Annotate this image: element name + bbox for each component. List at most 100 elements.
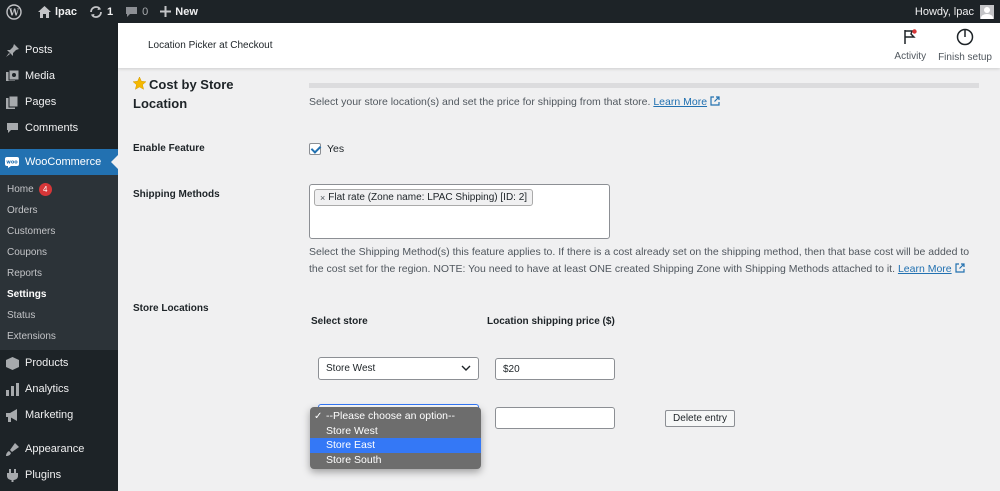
submenu-item-coupons[interactable]: Coupons — [0, 242, 118, 263]
woocommerce-icon: woo — [5, 155, 19, 169]
star-icon — [132, 76, 147, 95]
selected-shipping-method-tag: × Flat rate (Zone name: LPAC Shipping) [… — [314, 189, 534, 206]
activity-button[interactable]: Activity — [888, 23, 932, 68]
sidebar-item-media[interactable]: Media — [0, 63, 118, 89]
sidebar-item-label: Plugins — [25, 469, 62, 481]
enable-feature-label: Enable Feature — [133, 143, 205, 154]
woocommerce-submenu: Home 4 Orders Customers Coupons Reports … — [0, 175, 118, 350]
learn-more-text: Learn More — [897, 263, 952, 275]
sidebar-item-analytics[interactable]: Analytics — [0, 376, 118, 402]
price-input-value: $20 — [503, 363, 520, 375]
submenu-item-status[interactable]: Status — [0, 305, 118, 326]
plus-icon — [160, 6, 172, 17]
pin-icon — [5, 43, 19, 57]
new-label: New — [175, 5, 198, 18]
submenu-item-customers[interactable]: Customers — [0, 221, 118, 242]
site-name-link[interactable]: lpac — [32, 0, 83, 23]
howdy-text: Howdy, lpac — [914, 5, 974, 18]
dropdown-option-store-south[interactable]: Store South — [310, 453, 481, 468]
products-icon — [5, 356, 19, 370]
page-header: Location Picker at Checkout Activity Fin… — [118, 23, 1000, 68]
sidebar-item-label: Comments — [25, 122, 79, 134]
avatar — [980, 4, 994, 19]
enable-feature-checkbox[interactable] — [309, 143, 321, 155]
wordpress-logo-button[interactable]: W — [0, 0, 32, 23]
svg-text:W: W — [8, 8, 20, 18]
media-icon — [5, 69, 19, 83]
sidebar-item-comments[interactable]: Comments — [0, 115, 118, 141]
sidebar-item-plugins[interactable]: Plugins — [0, 462, 118, 488]
submenu-item-label: Customers — [7, 226, 56, 237]
sidebar-item-marketing[interactable]: Marketing — [0, 402, 118, 428]
sidebar-item-label: Marketing — [25, 409, 74, 421]
marketing-icon — [5, 408, 19, 422]
store-select-dropdown: --Please choose an option-- Store West S… — [310, 407, 481, 469]
shipping-methods-select[interactable]: × Flat rate (Zone name: LPAC Shipping) [… — [309, 184, 610, 239]
price-column-header: Location shipping price ($) — [487, 316, 615, 327]
plugins-icon — [5, 468, 19, 482]
comments-count: 0 — [142, 5, 149, 18]
sidebar-item-posts[interactable]: Posts — [0, 37, 118, 63]
store-locations-label: Store Locations — [133, 303, 209, 314]
admin-sidebar: Posts Media Pages Comments woo WooCommer… — [0, 23, 118, 491]
flag-icon — [902, 29, 918, 51]
delete-entry-label: Delete entry — [673, 413, 727, 424]
sidebar-item-pages[interactable]: Pages — [0, 89, 118, 115]
submenu-item-home[interactable]: Home 4 — [0, 179, 118, 200]
sidebar-item-label: Pages — [25, 96, 57, 108]
learn-more-link[interactable]: Learn More — [653, 96, 707, 108]
appearance-icon — [5, 442, 19, 456]
remove-tag-icon[interactable]: × — [320, 193, 325, 203]
page-title: Location Picker at Checkout — [148, 40, 273, 51]
shipping-learn-more-link[interactable]: Learn More — [898, 263, 952, 275]
comments-link[interactable]: 0 — [119, 0, 154, 23]
submenu-item-label: Orders — [7, 205, 38, 216]
submenu-item-orders[interactable]: Orders — [0, 200, 118, 221]
submenu-item-reports[interactable]: Reports — [0, 263, 118, 284]
sidebar-item-products[interactable]: Products — [0, 350, 118, 376]
updates-icon — [89, 5, 103, 18]
admin-bar: W lpac 1 0 New Howdy, lpac — [0, 0, 1000, 23]
dropdown-option-store-east[interactable]: Store East — [310, 438, 481, 453]
shipping-methods-description: Select the Shipping Method(s) this featu… — [309, 244, 989, 278]
sidebar-item-label: Media — [25, 70, 55, 82]
new-content-link[interactable]: New — [154, 0, 204, 23]
notification-badge: 4 — [38, 183, 52, 196]
selected-shipping-method-text: Flat rate (Zone name: LPAC Shipping) [ID… — [328, 192, 528, 203]
finish-setup-label: Finish setup — [938, 52, 992, 63]
analytics-icon — [5, 382, 19, 396]
pages-icon — [5, 95, 19, 109]
wordpress-logo-icon: W — [6, 3, 22, 20]
finish-setup-button[interactable]: Finish setup — [932, 23, 1000, 68]
price-input-row-1[interactable]: $20 — [495, 358, 615, 380]
comment-icon — [125, 6, 138, 18]
shipping-methods-label: Shipping Methods — [133, 189, 220, 200]
submenu-item-label: Coupons — [7, 247, 48, 258]
my-account-link[interactable]: Howdy, lpac — [909, 0, 996, 23]
dropdown-option-placeholder[interactable]: --Please choose an option-- — [310, 409, 481, 424]
updates-count: 1 — [107, 5, 114, 18]
store-select-row-1[interactable]: Store West — [318, 357, 479, 380]
sidebar-item-woocommerce[interactable]: woo WooCommerce — [0, 149, 118, 175]
section-title-text: Cost by Store Location — [133, 77, 234, 111]
site-name: lpac — [55, 5, 78, 18]
store-select-value: Store West — [326, 363, 376, 374]
submenu-item-settings[interactable]: Settings — [0, 284, 118, 305]
section-divider — [309, 83, 979, 88]
sidebar-item-label: Appearance — [25, 443, 85, 455]
price-input-row-2[interactable] — [495, 407, 615, 429]
shipping-methods-description-line1: Select the Shipping Method(s) this featu… — [309, 246, 970, 258]
delete-entry-button[interactable]: Delete entry — [665, 410, 735, 427]
section-title: Cost by Store Location — [132, 76, 263, 113]
settings-content: Cost by Store Location Select your store… — [118, 68, 1000, 491]
updates-link[interactable]: 1 — [83, 0, 119, 23]
section-description: Select your store location(s) and set th… — [309, 94, 720, 111]
submenu-item-extensions[interactable]: Extensions — [0, 326, 118, 347]
enable-feature-checkbox-label: Yes — [327, 143, 345, 155]
dropdown-option-store-west[interactable]: Store West — [310, 424, 481, 439]
external-link-icon — [710, 96, 720, 108]
sidebar-item-appearance[interactable]: Appearance — [0, 436, 118, 462]
learn-more-text: Learn More — [653, 96, 708, 108]
sidebar-item-label: WooCommerce — [25, 156, 102, 168]
activity-label: Activity — [894, 51, 927, 62]
